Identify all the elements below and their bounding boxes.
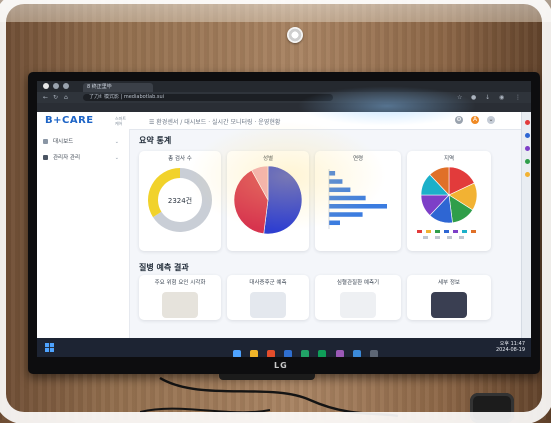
browser-tab[interactable]: 8 终正里毕 <box>83 83 153 92</box>
monitor-stand <box>219 374 315 380</box>
ceiling-sensor-icon <box>287 27 303 43</box>
wall-outlet <box>470 393 514 423</box>
tab-overview-icon[interactable] <box>53 83 59 89</box>
browser-menu-icon[interactable]: ⋮ <box>515 94 521 101</box>
extension-icon[interactable] <box>524 172 530 177</box>
section-title-stats: 요약 통계 <box>139 136 172 145</box>
card-title: 연령 <box>352 156 364 162</box>
app-brand-sub: 스마트 케어 <box>115 116 127 126</box>
download-icon[interactable]: ↓ <box>485 94 490 101</box>
extension-icon[interactable] <box>524 133 530 138</box>
result-card-title: 주요 위험 요인 시각화 <box>154 280 206 286</box>
pie-chart <box>420 166 478 224</box>
card-trend[interactable]: 연령 <box>315 151 401 251</box>
card-title: 총 검사 수 <box>168 156 192 162</box>
admin-icon <box>43 154 48 160</box>
result-card-title: 대사증후군 예측 <box>249 280 287 286</box>
taskbar-apps <box>233 343 382 357</box>
main-content: 요약 통계 총 검사 수 2324건 성별 연령 지역 질병 예측 결과 주요 … <box>135 129 519 338</box>
bar <box>329 220 340 226</box>
bookmarks-bar: e.LAME8 Buddlemd.Sxk.dk8 猫市.paletnee繁了立电… <box>37 103 531 121</box>
monitor-screen: 8 终正里毕 ← ↻ ⌂ 了力纟模式影 | mediabotlab.sui ☆ … <box>37 81 531 357</box>
monitor-logo: LG <box>274 361 288 370</box>
result-thumbnail <box>162 292 198 318</box>
profile-icon[interactable]: ◉ <box>499 94 504 101</box>
extension-sidebar <box>521 112 531 338</box>
dashboard-icon <box>43 138 48 144</box>
section-title-results: 질병 예측 결과 <box>139 263 189 272</box>
pie-chart <box>233 165 303 235</box>
bar <box>329 195 366 201</box>
sidebar: 대시보드 ⌄ 관리자 관리 ⌄ <box>37 129 130 338</box>
app-icon[interactable] <box>318 350 327 357</box>
window-menu-icon[interactable] <box>43 83 49 89</box>
extension-icon[interactable] <box>524 159 530 164</box>
total-count-value: 2324건 <box>167 197 193 205</box>
sidebar-item-label: 대시보드 <box>53 139 74 145</box>
settings-icon[interactable]: ⚙ <box>455 116 463 124</box>
star-icon[interactable]: ☆ <box>457 94 462 101</box>
file-explorer-icon[interactable] <box>250 350 259 357</box>
bar <box>329 179 343 184</box>
pie-legend <box>417 230 476 239</box>
windows-start-icon[interactable] <box>45 343 54 352</box>
tab-search-icon[interactable] <box>63 83 69 89</box>
result-card[interactable]: 심혈관질환 예측기 <box>315 275 401 320</box>
tray-date: 2024-08-19 <box>495 347 525 353</box>
app-icon[interactable] <box>352 350 361 357</box>
edge-icon[interactable] <box>284 350 293 357</box>
back-icon[interactable]: ← <box>43 94 48 101</box>
card-title: 성별 <box>262 156 274 162</box>
result-card[interactable]: 주요 위험 요인 시각화 <box>139 275 221 320</box>
chevron-down-icon: ⌄ <box>114 155 119 161</box>
card-total-count[interactable]: 총 검사 수 2324건 <box>139 151 221 251</box>
system-tray[interactable]: 오후 11:47 2024-08-19 <box>496 341 525 353</box>
bar <box>329 171 336 176</box>
card-region[interactable]: 지역 <box>407 151 491 251</box>
card-ratio[interactable]: 성별 <box>227 151 309 251</box>
sidebar-item-admin[interactable]: 관리자 관리 ⌄ <box>43 153 123 163</box>
monitor: 8 终正里毕 ← ↻ ⌂ 了力纟模式影 | mediabotlab.sui ☆ … <box>28 72 540 374</box>
result-thumbnail <box>250 292 286 318</box>
app-icon[interactable] <box>369 350 378 357</box>
bar <box>329 212 363 217</box>
user-avatar[interactable]: A <box>471 116 479 124</box>
result-card-title: 심혈관질환 예측기 <box>336 280 380 286</box>
breadcrumb: ☰ 환경센서 / 대시보드 · 실시간 모니터링 · 운영현황 <box>149 119 281 126</box>
app-icon[interactable] <box>335 350 344 357</box>
search-icon[interactable] <box>233 350 241 357</box>
chrome-icon[interactable] <box>267 350 276 357</box>
pie-slice <box>148 168 180 218</box>
result-card-title: 세부 정보 <box>438 280 460 286</box>
bar-chart <box>328 169 387 229</box>
sidebar-item-label: 관리자 관리 <box>53 155 81 161</box>
windows-taskbar: 오후 11:47 2024-08-19 <box>37 338 531 357</box>
result-card[interactable]: 대사증후군 예측 <box>227 275 309 320</box>
bcare-app: B+CARE 스마트 케어 ☰ 환경센서 / 대시보드 · 실시간 모니터링 ·… <box>37 112 521 338</box>
app-header: B+CARE 스마트 케어 ☰ 환경센서 / 대시보드 · 실시간 모니터링 ·… <box>37 112 521 130</box>
chevron-down-icon[interactable]: ⌄ <box>487 116 495 124</box>
card-title: 지역 <box>443 156 455 162</box>
bar <box>329 204 387 209</box>
result-card[interactable]: 세부 정보 <box>407 275 491 320</box>
browser-toolbar: ← ↻ ⌂ 了力纟模式影 | mediabotlab.sui ☆ ● ↓ ◉ ⋮ <box>37 92 531 103</box>
result-thumbnail <box>431 292 467 318</box>
browser-tabbar: 8 终正里毕 <box>37 81 531 92</box>
wall-top <box>0 0 551 22</box>
pie-slice <box>263 165 303 235</box>
app-brand[interactable]: B+CARE <box>45 115 94 126</box>
sidebar-item-dashboard[interactable]: 대시보드 ⌄ <box>43 137 123 147</box>
extension-icon[interactable] <box>524 120 530 125</box>
reload-icon[interactable]: ↻ <box>53 94 58 101</box>
extensions-icon[interactable]: ● <box>471 94 476 101</box>
address-bar[interactable]: 了力纟模式影 | mediabotlab.sui <box>83 94 333 101</box>
home-icon[interactable]: ⌂ <box>64 94 68 101</box>
bar <box>329 187 351 193</box>
excel-icon[interactable] <box>301 350 310 357</box>
result-thumbnail <box>340 292 376 318</box>
chevron-down-icon: ⌄ <box>114 139 119 145</box>
extension-icon[interactable] <box>524 146 530 151</box>
